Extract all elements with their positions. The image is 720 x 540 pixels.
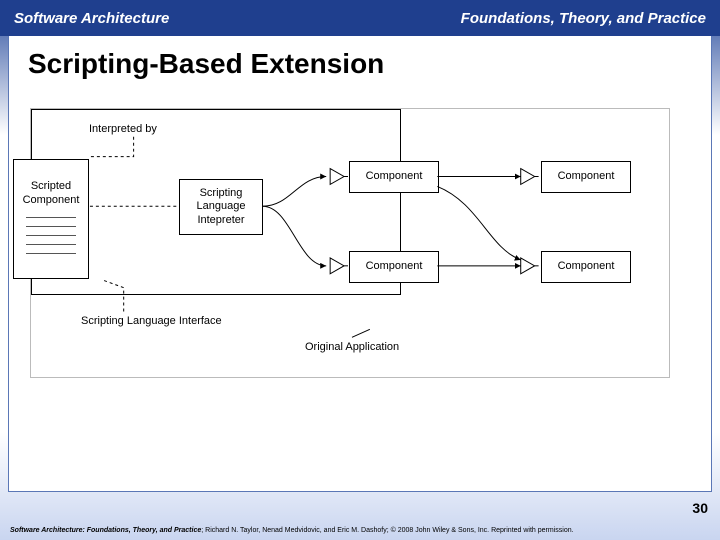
slide-footer: Software Architecture: Foundations, Theo…: [10, 527, 710, 534]
label-interpreted-by: Interpreted by: [89, 123, 157, 135]
box-scripted-component-label: Scripted Component: [18, 180, 84, 206]
script-line-icon: [26, 217, 76, 218]
script-line-icon: [26, 244, 76, 245]
box-component-1: Component: [349, 161, 439, 193]
label-scripting-language-interface: Scripting Language Interface: [81, 315, 222, 327]
diagram-container: Interpreted by Scripting Language Interf…: [30, 108, 670, 378]
box-scripted-component: Scripted Component: [13, 159, 89, 279]
footer-rest: ; Richard N. Taylor, Nenad Medvidovic, a…: [201, 527, 573, 534]
script-line-icon: [26, 226, 76, 227]
header-left: Software Architecture: [14, 10, 169, 27]
script-line-icon: [26, 235, 76, 236]
slide-title: Scripting-Based Extension: [28, 48, 384, 80]
footer-title: Software Architecture: Foundations, Theo…: [10, 527, 201, 534]
box-interpreter: Scripting Language Intepreter: [179, 179, 263, 235]
page-number: 30: [692, 500, 708, 516]
box-component-2: Component: [541, 161, 631, 193]
header-right: Foundations, Theory, and Practice: [461, 10, 706, 27]
box-component-4: Component: [541, 251, 631, 283]
script-line-icon: [26, 253, 76, 254]
slide-header: Software Architecture Foundations, Theor…: [0, 0, 720, 36]
label-original-application: Original Application: [305, 341, 399, 353]
box-component-3: Component: [349, 251, 439, 283]
